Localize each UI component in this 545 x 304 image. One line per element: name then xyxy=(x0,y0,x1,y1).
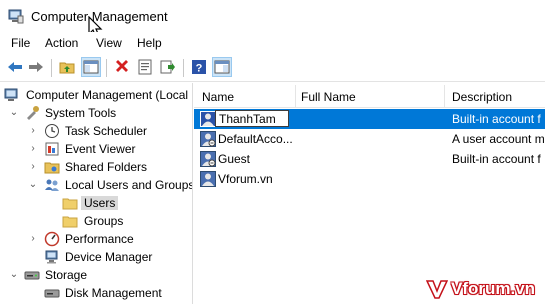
watermark-text: Vforum.vn xyxy=(451,279,536,298)
disk-icon xyxy=(44,289,60,298)
tree-item-storage[interactable]: ⌄ Storage xyxy=(0,266,192,284)
list-header: Name Full Name Description xyxy=(194,83,545,108)
toolbar: ? xyxy=(0,54,545,82)
tree-item-label: Task Scheduler xyxy=(65,124,148,138)
tree-item-label: Event Viewer xyxy=(65,142,136,156)
chevron-down-icon[interactable]: ⌄ xyxy=(28,179,38,191)
chevron-right-icon[interactable]: › xyxy=(28,143,38,155)
title-bar: Computer Management xyxy=(0,0,545,38)
show-action-pane-button[interactable] xyxy=(212,57,232,77)
tree-item-device-manager[interactable]: Device Manager xyxy=(0,248,192,266)
user-description: Built-in account f xyxy=(452,152,541,166)
tree-item-performance[interactable]: › Performance xyxy=(0,230,192,248)
user-name: Guest xyxy=(218,152,251,166)
tree-item-shared-folders[interactable]: › Shared Folders xyxy=(0,158,192,176)
chevron-right-icon[interactable]: › xyxy=(28,233,38,245)
column-divider[interactable] xyxy=(444,85,445,107)
user-icon xyxy=(200,171,216,187)
column-header-name[interactable]: Name xyxy=(202,83,234,108)
menu-view[interactable]: View xyxy=(96,36,122,50)
properties-icon xyxy=(138,59,152,75)
user-name: DefaultAcco... xyxy=(218,132,293,146)
tree-item-label: Groups xyxy=(84,214,124,228)
menu-action[interactable]: Action xyxy=(45,36,78,50)
tree-item-system-tools[interactable]: ⌄ System Tools xyxy=(0,104,192,122)
tree-item-label: Computer Management (Local xyxy=(26,88,189,102)
device-manager-icon xyxy=(45,250,58,264)
toolbar-separator xyxy=(51,59,52,77)
tree-item-label: Local Users and Groups xyxy=(65,178,193,192)
tree-item-label: Users xyxy=(81,196,119,210)
toolbar-separator xyxy=(183,59,184,77)
tree-item-task-scheduler[interactable]: › Task Scheduler xyxy=(0,122,192,140)
list-item[interactable]: Guest Built-in account f xyxy=(194,149,545,169)
event-viewer-icon xyxy=(45,142,59,156)
tree-item-computer-management[interactable]: Computer Management (Local xyxy=(0,86,192,104)
computer-management-icon xyxy=(8,9,24,24)
list-item[interactable]: Vforum.vn xyxy=(194,169,545,189)
back-button[interactable] xyxy=(5,57,25,77)
vforum-logo-icon xyxy=(426,280,448,299)
export-icon xyxy=(160,60,175,74)
tree-item-disk-management[interactable]: Disk Management xyxy=(0,284,192,302)
tree-item-label: Performance xyxy=(65,232,134,246)
delete-icon xyxy=(116,60,128,72)
help-button[interactable]: ? xyxy=(189,57,209,77)
tree-item-local-users-and-groups[interactable]: ⌄ Local Users and Groups xyxy=(0,176,193,194)
performance-icon xyxy=(44,231,60,247)
tree-item-users[interactable]: Users xyxy=(0,194,192,212)
user-icon xyxy=(200,111,216,127)
forward-icon xyxy=(29,62,43,72)
chevron-down-icon[interactable]: ⌄ xyxy=(9,269,19,281)
chevron-down-icon[interactable]: ⌄ xyxy=(9,107,19,119)
properties-button[interactable] xyxy=(135,57,155,77)
folder-icon xyxy=(62,198,78,210)
show-action-pane-icon xyxy=(214,60,230,74)
forward-button[interactable] xyxy=(26,57,46,77)
user-icon xyxy=(200,151,216,167)
clock-icon xyxy=(45,124,59,138)
user-description: Built-in account f xyxy=(452,112,541,126)
chevron-right-icon[interactable]: › xyxy=(28,161,38,173)
column-header-full-name[interactable]: Full Name xyxy=(301,83,356,108)
shared-folder-icon xyxy=(44,162,60,174)
export-button[interactable] xyxy=(158,57,178,77)
user-icon xyxy=(200,131,216,147)
tree-item-label: Disk Management xyxy=(65,286,162,300)
rename-input[interactable] xyxy=(215,110,289,127)
show-tree-button[interactable] xyxy=(81,57,101,77)
show-tree-icon xyxy=(83,60,99,74)
tree-item-label: System Tools xyxy=(45,106,117,120)
menu-help[interactable]: Help xyxy=(137,36,162,50)
svg-text:?: ? xyxy=(196,63,203,75)
folder-icon xyxy=(62,216,78,228)
storage-icon xyxy=(24,271,40,280)
watermark: Vforum.vn xyxy=(426,277,535,301)
back-icon xyxy=(8,62,22,72)
chevron-right-icon[interactable]: › xyxy=(28,125,38,137)
column-header-description[interactable]: Description xyxy=(452,83,512,108)
toolbar-separator xyxy=(106,59,107,77)
tools-icon xyxy=(27,106,39,120)
menu-file[interactable]: File xyxy=(11,36,30,50)
menu-bar: File Action View Help xyxy=(0,32,545,54)
list-item[interactable]: DefaultAcco... A user account m xyxy=(194,129,545,149)
navigation-tree: Computer Management (Local ⌄ System Tool… xyxy=(0,83,193,304)
tree-item-event-viewer[interactable]: › Event Viewer xyxy=(0,140,192,158)
users-groups-icon xyxy=(45,179,59,191)
user-name: Vforum.vn xyxy=(218,172,273,186)
delete-button[interactable] xyxy=(112,57,132,77)
tree-item-label: Shared Folders xyxy=(65,160,148,174)
tree-item-label: Device Manager xyxy=(65,250,153,264)
computer-management-icon xyxy=(4,88,18,101)
list-item[interactable]: Built-in account f xyxy=(194,109,545,129)
up-folder-icon xyxy=(59,62,75,74)
column-divider[interactable] xyxy=(295,85,296,107)
help-icon: ? xyxy=(192,60,206,75)
users-list: Name Full Name Description Built-in acco… xyxy=(194,83,545,304)
tree-item-label: Storage xyxy=(45,268,88,282)
user-description: A user account m xyxy=(452,132,545,146)
up-folder-button[interactable] xyxy=(57,57,77,77)
tree-item-groups[interactable]: Groups xyxy=(0,212,192,230)
